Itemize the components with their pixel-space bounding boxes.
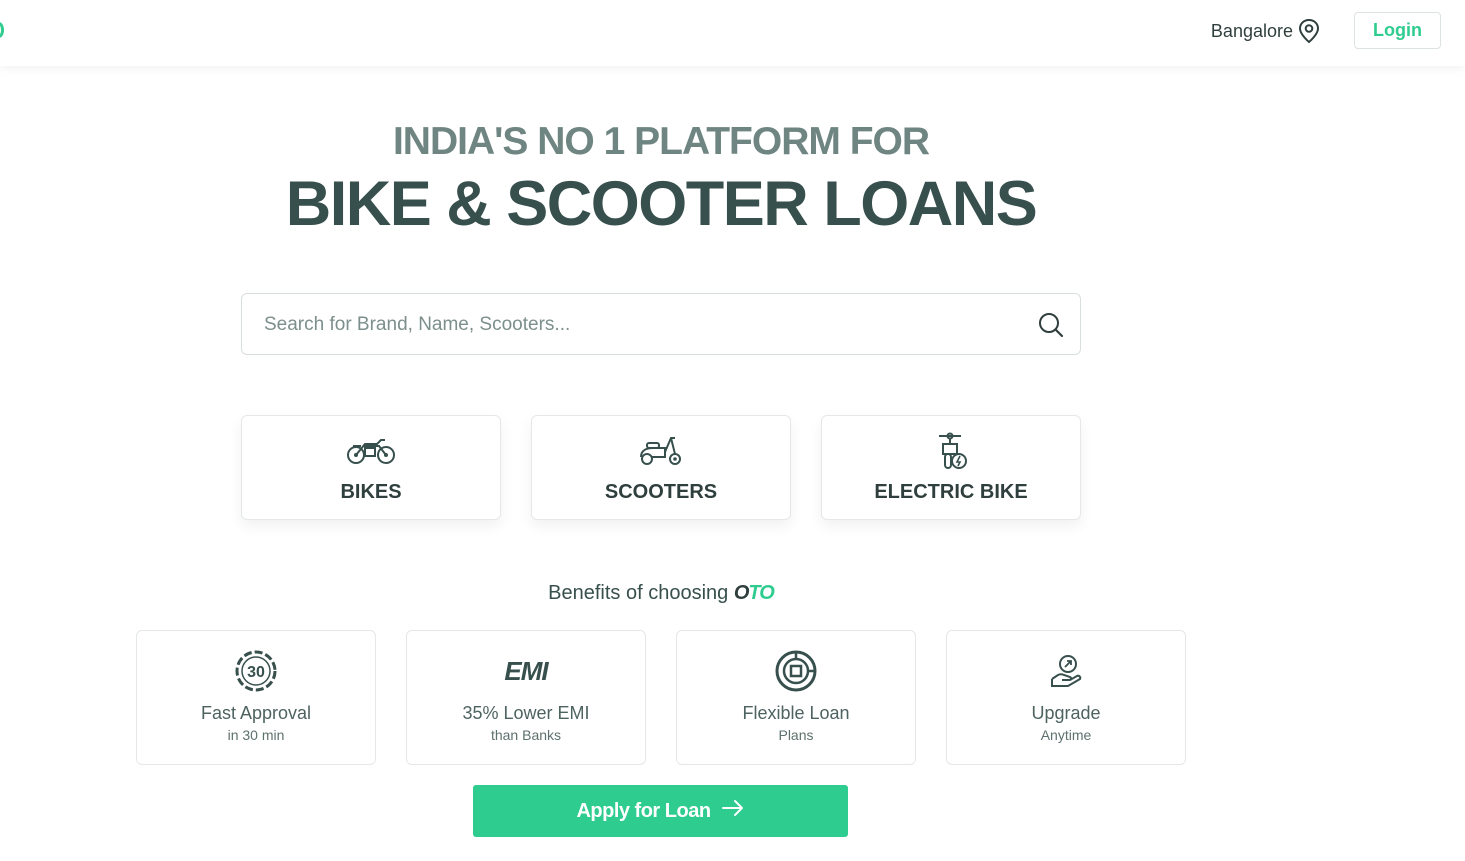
login-button[interactable]: Login [1354, 12, 1441, 49]
hero-title: BIKE & SCOOTER LOANS [285, 169, 1038, 239]
search-input[interactable] [262, 310, 1022, 340]
search-bar [241, 293, 1081, 355]
benefits-heading-text: Benefits of choosing [548, 582, 729, 604]
benefit-card-upgrade: Upgrade Anytime [946, 630, 1186, 765]
benefit-title: Upgrade [1031, 703, 1101, 723]
category-scooters[interactable]: SCOOTERS [531, 415, 791, 520]
apply-for-loan-button[interactable]: Apply for Loan [473, 785, 848, 837]
benefit-card-flexible-loan: Flexible Loan Plans [676, 630, 916, 765]
emi-icon: EMI [504, 655, 548, 686]
hero-subtitle: INDIA'S NO 1 PLATFORM FOR [392, 120, 930, 163]
location-pin-icon [1298, 18, 1320, 44]
category-bikes[interactable]: BIKES [241, 415, 501, 520]
apply-button-label: Apply for Loan [576, 799, 711, 822]
location-label: Bangalore [1210, 20, 1293, 41]
benefit-subtitle: than Banks [490, 727, 562, 743]
scooter-icon [532, 432, 790, 472]
benefit-subtitle: in 30 min [227, 727, 285, 743]
flexible-plan-icon [677, 649, 915, 693]
benefit-title: Fast Approval [200, 703, 312, 723]
benefit-subtitle: Anytime [1040, 727, 1092, 743]
category-label: SCOOTERS [604, 481, 718, 503]
category-label: BIKES [340, 481, 402, 503]
electric-bike-icon [822, 432, 1080, 472]
benefit-card-lower-emi: EMI 35% Lower EMI than Banks [406, 630, 646, 765]
svg-text:30: 30 [247, 664, 265, 681]
arrow-right-icon [721, 799, 745, 823]
category-electric-bike[interactable]: ELECTRIC BIKE [821, 415, 1081, 520]
location-selector[interactable]: Bangalore [1211, 18, 1320, 44]
top-header: Bangalore Login [0, 0, 1465, 66]
clock-30-icon: 30 [137, 649, 375, 693]
motorcycle-icon [242, 432, 500, 472]
logo-icon[interactable] [0, 22, 4, 38]
search-icon[interactable] [1038, 312, 1064, 343]
benefit-title: 35% Lower EMI [462, 703, 590, 723]
benefit-card-fast-approval: 30 Fast Approval in 30 min [136, 630, 376, 765]
category-label: ELECTRIC BIKE [874, 481, 1028, 503]
benefit-subtitle: Plans [778, 727, 814, 743]
benefit-title: Flexible Loan [742, 703, 850, 723]
benefits-heading: Benefits of choosing OTO [0, 582, 1322, 605]
upgrade-hand-icon [947, 649, 1185, 693]
oto-logo: OTO [733, 582, 775, 604]
